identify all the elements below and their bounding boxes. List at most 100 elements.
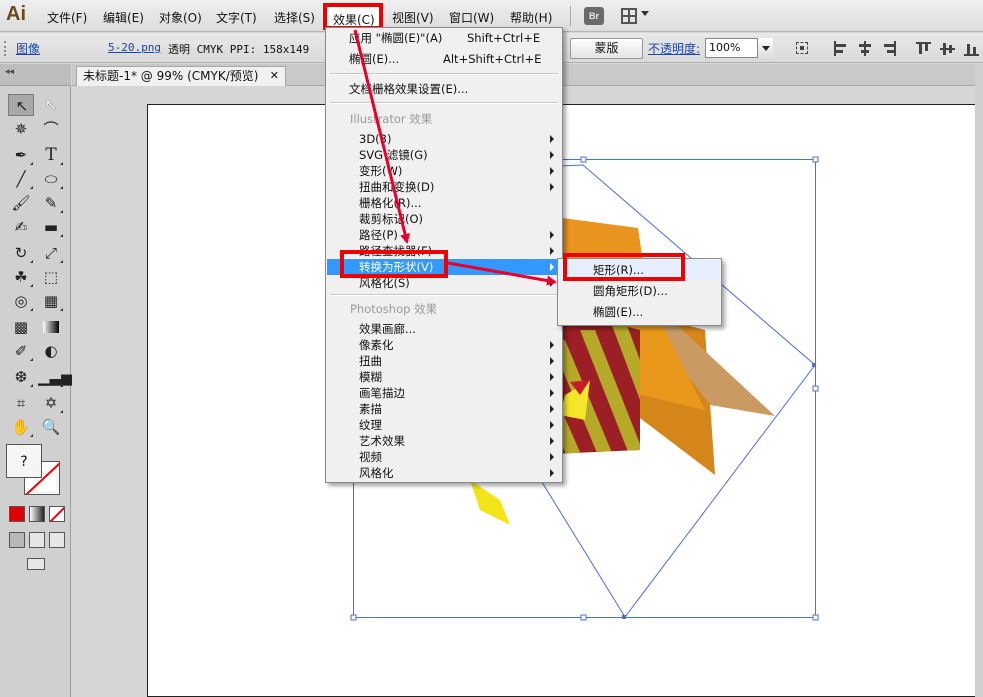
align-right-icon[interactable] [881, 41, 897, 56]
menu-select[interactable]: 选择(S) [274, 9, 315, 26]
workspace-icon[interactable] [621, 8, 637, 24]
menu-artistic[interactable]: 艺术效果 [327, 433, 561, 449]
zoom-tool[interactable]: 🔍 [38, 416, 64, 438]
mask-button[interactable]: 蒙版 [570, 38, 643, 59]
eraser-tool[interactable]: ▬ [38, 216, 64, 238]
chevron-down-icon[interactable] [641, 11, 649, 16]
scale-tool[interactable]: ⤢ [38, 242, 64, 264]
draw-behind-icon[interactable] [29, 532, 45, 548]
menu-blur[interactable]: 模糊 [327, 369, 561, 385]
collapse-icon[interactable]: ◂◂ [5, 67, 14, 77]
chevron-right-icon [550, 373, 554, 381]
warp-tool[interactable]: ☘ [8, 266, 34, 288]
draw-normal-icon[interactable] [9, 532, 25, 548]
toolbar-header[interactable]: ◂◂ [0, 64, 71, 86]
symbol-sprayer-tool[interactable]: ❆ [8, 366, 34, 388]
menu-window[interactable]: 窗口(W) [449, 9, 494, 26]
art-shape [470, 480, 510, 525]
magic-wand-tool[interactable]: ✵ [8, 118, 34, 140]
blob-brush-tool[interactable]: ✍ [8, 216, 34, 238]
menu-video[interactable]: 视频 [327, 449, 561, 465]
document-tab[interactable]: 未标题-1* @ 99% (CMYK/预览) ✕ [76, 66, 286, 86]
menu-brush-strokes[interactable]: 画笔描边 [327, 385, 561, 401]
menu-path[interactable]: 路径(P) [327, 227, 561, 243]
align-top-icon[interactable] [916, 41, 932, 56]
opacity-label[interactable]: 不透明度: [648, 40, 700, 57]
ellipse-tool[interactable]: ⬭ [38, 168, 64, 190]
none-mode-icon[interactable] [49, 506, 65, 522]
menu-pixelate[interactable]: 像素化 [327, 337, 561, 353]
chevron-right-icon [550, 247, 554, 255]
align-middle-icon[interactable] [940, 41, 956, 56]
object-type-link[interactable]: 图像 [16, 40, 40, 57]
screen-mode-icon[interactable] [27, 558, 45, 570]
rotate-tool[interactable]: ↻ [8, 242, 34, 264]
hand-tool[interactable]: ✋ [8, 416, 34, 438]
close-icon[interactable]: ✕ [270, 67, 279, 85]
menu-help[interactable]: 帮助(H) [510, 9, 552, 26]
chevron-right-icon [550, 389, 554, 397]
shape-builder-tool[interactable]: ◎ [8, 290, 34, 312]
chevron-right-icon [550, 357, 554, 365]
menu-sketch[interactable]: 素描 [327, 401, 561, 417]
menu-type[interactable]: 文字(T) [216, 9, 257, 26]
pen-tool[interactable]: ✒ [8, 144, 34, 166]
opacity-dropdown-icon[interactable] [757, 38, 773, 58]
menu-effect[interactable]: 效果(C) [323, 3, 383, 30]
chevron-right-icon [550, 231, 554, 239]
align-bottom-icon[interactable] [964, 41, 980, 56]
slice-tool[interactable]: ✡ [38, 392, 64, 414]
document-title: 未标题-1* @ 99% (CMYK/预览) [83, 69, 259, 83]
selection-tool[interactable]: ↖ [8, 94, 34, 116]
chevron-right-icon [550, 263, 554, 271]
mesh-tool[interactable]: ▩ [8, 316, 34, 338]
blend-tool[interactable]: ◐ [38, 340, 64, 362]
menu-view[interactable]: 视图(V) [392, 9, 434, 26]
menu-separator [330, 102, 558, 104]
annotation-box [563, 253, 685, 281]
eyedropper-tool[interactable]: ✐ [8, 340, 34, 362]
perspective-grid-tool[interactable]: ▦ [38, 290, 64, 312]
menu-edit[interactable]: 编辑(E) [103, 9, 144, 26]
pencil-tool[interactable]: ✎ [38, 192, 64, 214]
menu-distort-transform[interactable]: 扭曲和变换(D) [327, 179, 561, 195]
line-tool[interactable]: ╱ [8, 168, 34, 190]
menu-crop-marks[interactable]: 裁剪标记(O) [327, 211, 561, 227]
menu-object[interactable]: 对象(O) [159, 9, 202, 26]
align-left-icon[interactable] [833, 41, 849, 56]
menu-texture[interactable]: 纹理 [327, 417, 561, 433]
chevron-right-icon [550, 453, 554, 461]
free-transform-tool[interactable]: ⬚ [38, 266, 64, 288]
menu-last-effect[interactable]: 椭圆(E)... Alt+Shift+Ctrl+E [327, 51, 561, 67]
align-center-icon[interactable] [857, 41, 873, 56]
menu-raster-settings[interactable]: 文档栅格效果设置(E)... [327, 81, 561, 97]
menu-svg-filters[interactable]: SVG 滤镜(G) [327, 147, 561, 163]
gradient-mode-icon[interactable] [29, 506, 45, 522]
menu-apply-last-effect[interactable]: 应用 "椭圆(E)"(A) Shift+Ctrl+E [327, 30, 561, 46]
paintbrush-tool[interactable]: 🖌 [8, 192, 34, 214]
vertical-scrollbar[interactable] [975, 64, 983, 697]
menu-3d[interactable]: 3D(3) [327, 131, 561, 147]
artboard-tool[interactable]: ⌗ [8, 392, 34, 414]
menu-file[interactable]: 文件(F) [47, 9, 87, 26]
type-tool[interactable]: T [38, 144, 64, 166]
illustrator-effects-header: Illustrator 效果 [350, 112, 433, 126]
submenu-ellipse[interactable]: 椭圆(E)... [559, 302, 720, 322]
fill-color-swatch[interactable]: ? [6, 444, 42, 478]
transform-icon[interactable] [795, 41, 811, 56]
menu-rasterize[interactable]: 栅格化(R)... [327, 195, 561, 211]
lasso-tool[interactable]: ⌒ [38, 118, 64, 140]
linked-file-link[interactable]: 5-20.png [108, 41, 161, 54]
menu-distort[interactable]: 扭曲 [327, 353, 561, 369]
grip-icon[interactable] [4, 41, 7, 56]
graph-tool[interactable]: ▁▃▅ [38, 366, 73, 388]
direct-selection-tool[interactable]: ↖ [38, 94, 64, 116]
menu-effect-gallery[interactable]: 效果画廊... [327, 321, 561, 337]
menu-stylize-photoshop[interactable]: 风格化 [327, 465, 561, 481]
color-mode-icon[interactable] [9, 506, 25, 522]
draw-inside-icon[interactable] [49, 532, 65, 548]
menu-warp[interactable]: 变形(W) [327, 163, 561, 179]
bridge-icon[interactable]: Br [584, 7, 604, 25]
submenu-rounded-rectangle[interactable]: 圆角矩形(D)... [559, 281, 720, 301]
gradient-tool[interactable] [38, 316, 64, 338]
